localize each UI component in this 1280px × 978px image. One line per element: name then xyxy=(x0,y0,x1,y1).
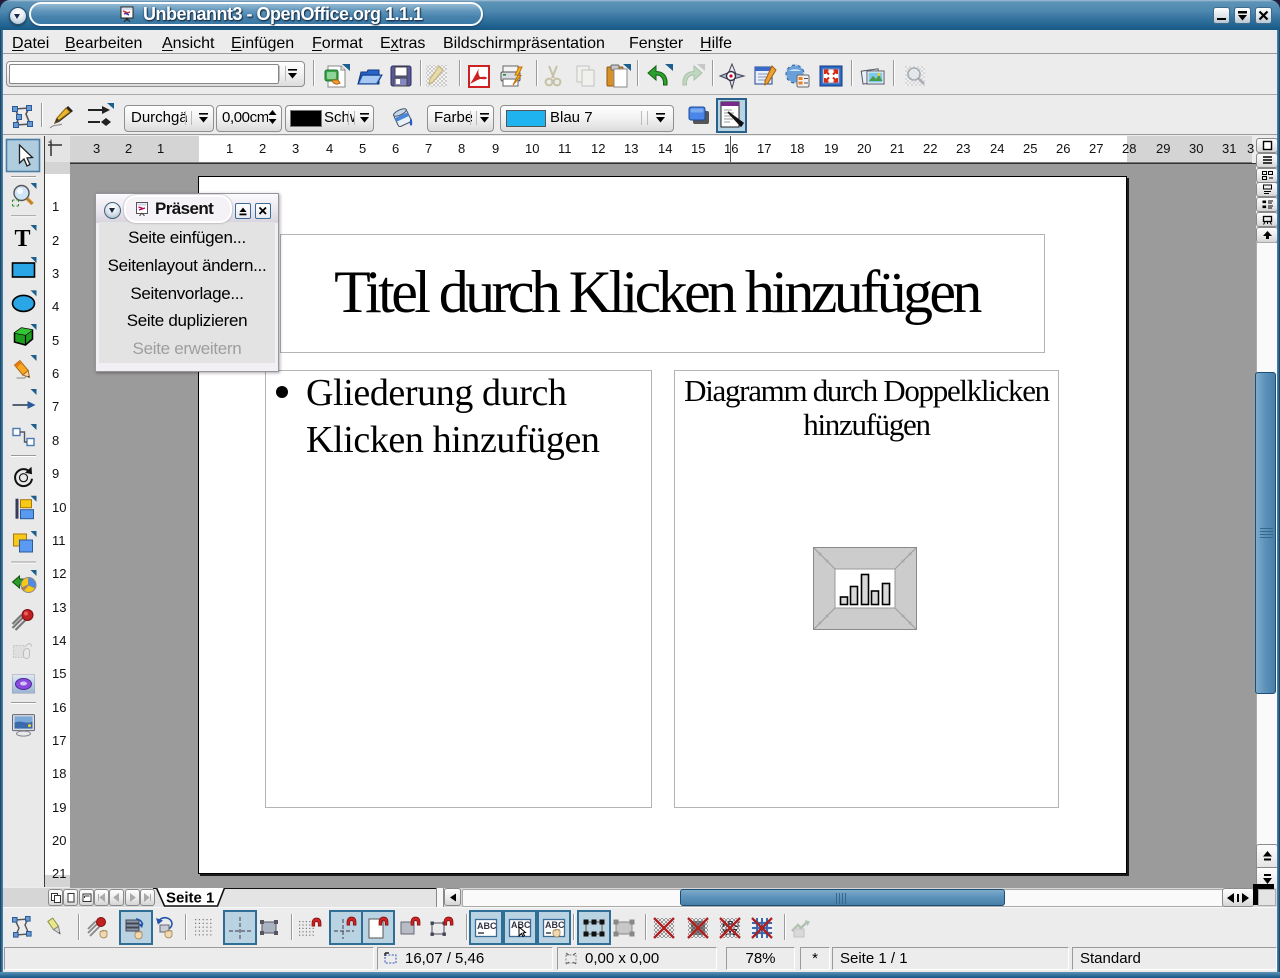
svg-text:ABC: ABC xyxy=(477,921,497,931)
svg-text:T: T xyxy=(15,226,31,252)
svg-text:ABC: ABC xyxy=(545,920,565,930)
svg-text:Seite 1: Seite 1 xyxy=(166,890,214,907)
